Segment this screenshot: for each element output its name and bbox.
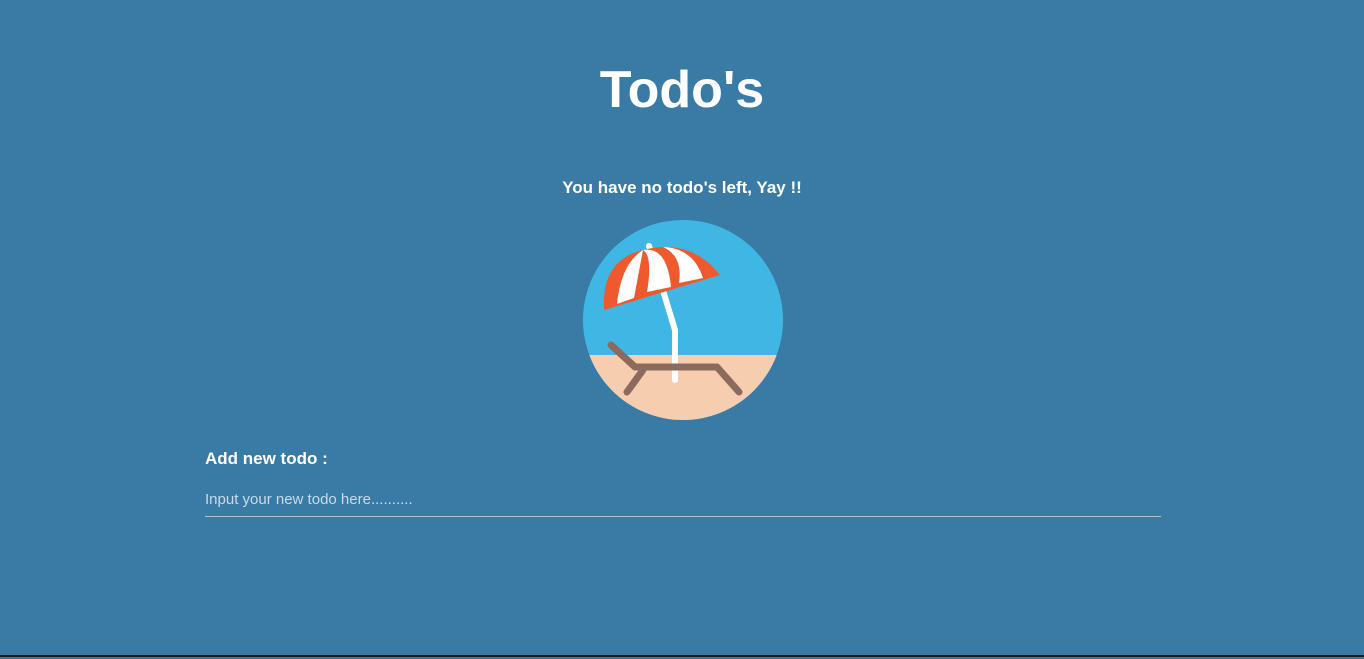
page-bottom-divider (0, 655, 1364, 657)
new-todo-input[interactable] (205, 483, 1161, 517)
beach-umbrella-lounger-icon (583, 220, 783, 420)
page-title: Todo's (599, 61, 765, 119)
add-todo-label: Add new todo : (205, 449, 328, 468)
empty-state-message: You have no todo's left, Yay !! (562, 178, 802, 197)
todo-page: Todo's You have no todo's left, Yay !! A… (0, 0, 1364, 657)
